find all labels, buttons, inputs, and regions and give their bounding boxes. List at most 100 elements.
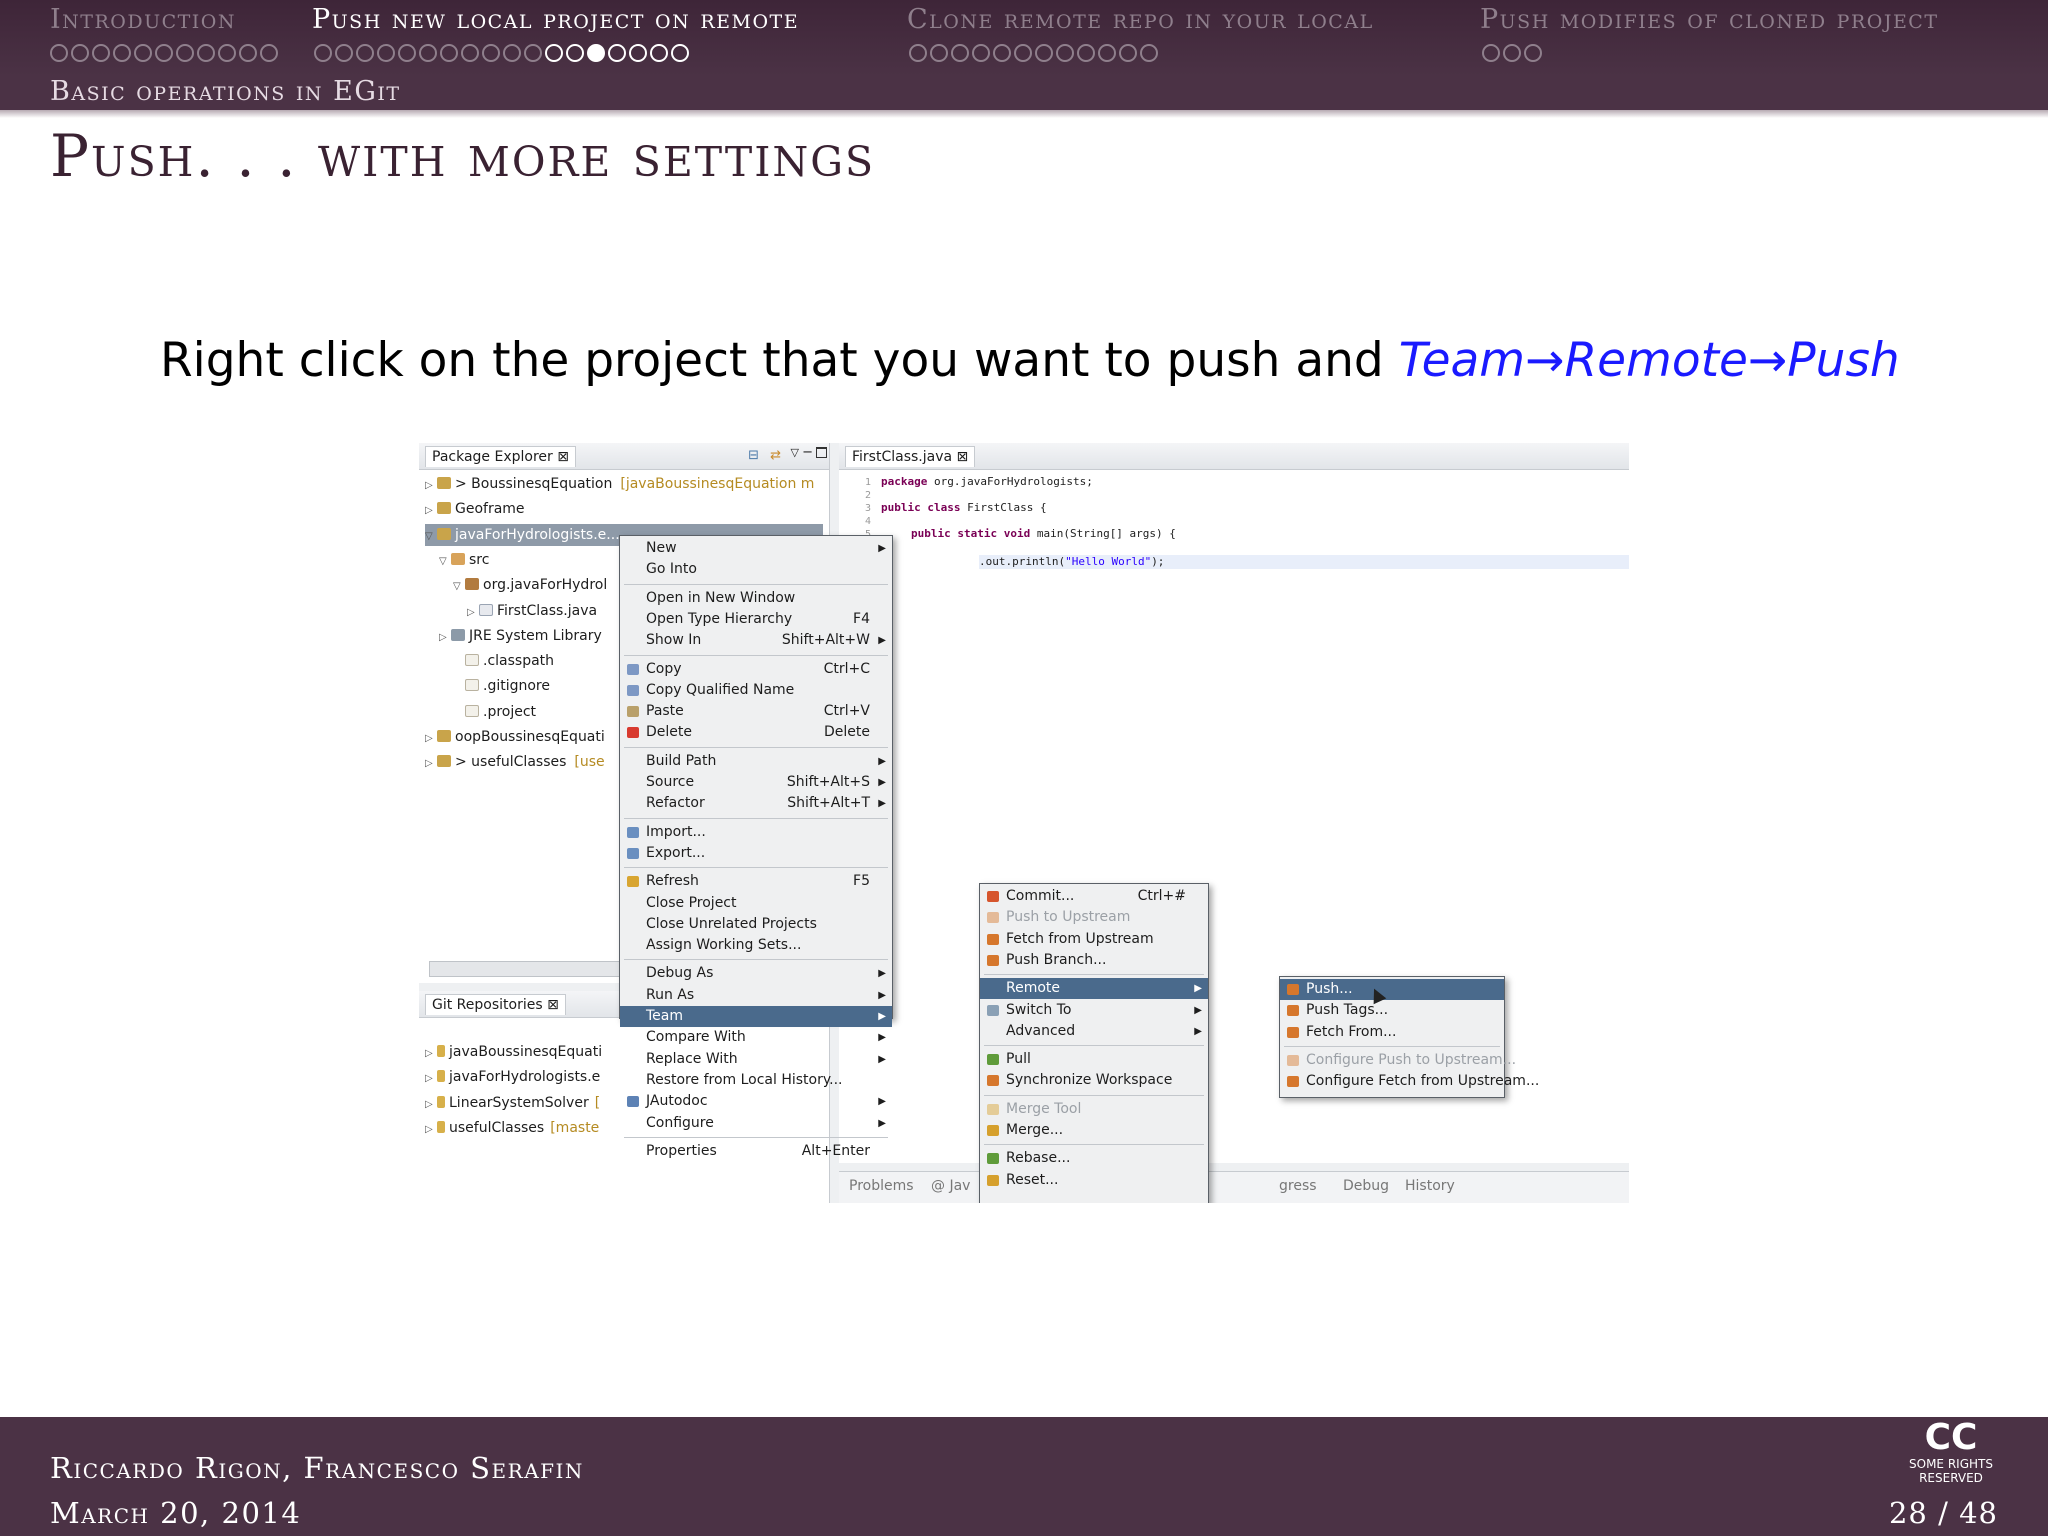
nav-dot[interactable]	[239, 44, 257, 62]
nav-dot[interactable]	[377, 44, 395, 62]
nav-dot[interactable]	[134, 44, 152, 62]
menu-item-open-in-new-window[interactable]: Open in New Window	[620, 588, 892, 609]
menu-item-delete[interactable]: Delete Delete	[620, 722, 892, 743]
nav-dot[interactable]	[440, 44, 458, 62]
nav-dot[interactable]	[314, 44, 332, 62]
nav-dot[interactable]	[524, 44, 542, 62]
expand-arrow-icon[interactable]: ▷	[425, 1094, 437, 1116]
tree-item-jre-system-library[interactable]: ▷ JRE System Library	[439, 625, 602, 647]
nav-dot[interactable]	[972, 44, 990, 62]
nav-section-clone-remote[interactable]: Clone remote repo in your local	[907, 4, 1374, 35]
tree-item-org-javaforhydrol[interactable]: ▽ org.javaForHydrol	[453, 574, 607, 596]
editor-tab-firstclass[interactable]: FirstClass.java ⊠	[845, 446, 976, 467]
expand-arrow-icon[interactable]: ▷	[425, 500, 437, 522]
menu-item-replace-with[interactable]: Replace With ▶	[620, 1049, 892, 1070]
menu-item-pull[interactable]: Pull	[980, 1049, 1208, 1070]
bottom-view-tab-jav[interactable]: @ Jav	[931, 1178, 970, 1194]
nav-dot[interactable]	[545, 44, 563, 62]
nav-dot[interactable]	[1503, 44, 1521, 62]
expand-arrow-icon[interactable]: ▷	[467, 602, 479, 624]
collapse-all-icon[interactable]: ⊟	[748, 448, 759, 463]
nav-dot[interactable]	[92, 44, 110, 62]
menu-item-fetch-from[interactable]: Fetch From...	[1280, 1022, 1504, 1043]
menu-item-push-branch[interactable]: Push Branch...	[980, 950, 1208, 971]
menu-item-open-type-hierarchy[interactable]: Open Type Hierarchy F4	[620, 609, 892, 630]
expand-arrow-icon[interactable]: ▷	[425, 728, 437, 750]
expand-arrow-icon[interactable]: ▷	[425, 1119, 437, 1141]
expand-arrow-icon[interactable]: ▽	[439, 551, 451, 573]
git-repo-item-javaforhydrologists-e[interactable]: ▷ javaForHydrologists.e	[425, 1066, 600, 1088]
tree-item-usefulclasses[interactable]: ▷ > usefulClasses [use	[425, 751, 605, 773]
menu-item-refactor[interactable]: Refactor Shift+Alt+T ▶	[620, 793, 892, 814]
nav-dot[interactable]	[566, 44, 584, 62]
nav-dot[interactable]	[1482, 44, 1500, 62]
nav-dot[interactable]	[1119, 44, 1137, 62]
menu-item-copy-qualified-name[interactable]: Copy Qualified Name	[620, 680, 892, 701]
nav-dot[interactable]	[608, 44, 626, 62]
menu-item-push[interactable]: Push...	[1280, 979, 1504, 1000]
expand-arrow-icon[interactable]: ▽	[453, 576, 465, 598]
menu-item-switch-to[interactable]: Switch To ▶	[980, 1000, 1208, 1021]
menu-item-source[interactable]: Source Shift+Alt+S ▶	[620, 772, 892, 793]
tree-item-src[interactable]: ▽ src	[439, 549, 489, 571]
menu-item-new[interactable]: New ▶	[620, 538, 892, 559]
nav-section-introduction[interactable]: Introduction	[50, 4, 236, 35]
menu-item-show-in[interactable]: Show In Shift+Alt+W ▶	[620, 630, 892, 651]
menu-item-merge[interactable]: Merge...	[980, 1120, 1208, 1141]
nav-dot[interactable]	[218, 44, 236, 62]
nav-section-push-modifies[interactable]: Push modifies of cloned project	[1480, 4, 1939, 35]
nav-dot[interactable]	[155, 44, 173, 62]
maximize-icon[interactable]	[816, 447, 827, 458]
nav-dot[interactable]	[398, 44, 416, 62]
bottom-view-tab-history[interactable]: History	[1405, 1178, 1455, 1194]
nav-dot[interactable]	[356, 44, 374, 62]
nav-dot[interactable]	[50, 44, 68, 62]
menu-item-team[interactable]: Team ▶	[620, 1006, 892, 1027]
nav-dot[interactable]	[1035, 44, 1053, 62]
tree-item-gitignore[interactable]: .gitignore	[453, 675, 550, 697]
menu-item-copy[interactable]: Copy Ctrl+C	[620, 659, 892, 680]
bottom-view-tab-gress[interactable]: gress	[1279, 1178, 1317, 1194]
nav-dot[interactable]	[1077, 44, 1095, 62]
menu-item-merge-tool[interactable]: Merge Tool	[980, 1099, 1208, 1120]
git-repo-item-javaboussinesqequati[interactable]: ▷ javaBoussinesqEquati	[425, 1041, 602, 1063]
nav-dot[interactable]	[461, 44, 479, 62]
menu-item-push-tags[interactable]: Push Tags...	[1280, 1000, 1504, 1021]
nav-dot[interactable]	[71, 44, 89, 62]
tree-item-project[interactable]: .project	[453, 701, 536, 723]
nav-dot[interactable]	[909, 44, 927, 62]
menu-item-compare-with[interactable]: Compare With ▶	[620, 1027, 892, 1048]
nav-dot[interactable]	[113, 44, 131, 62]
git-repositories-tab[interactable]: Git Repositories ⊠	[425, 994, 566, 1015]
nav-dot[interactable]	[650, 44, 668, 62]
expand-arrow-icon[interactable]: ▷	[425, 753, 437, 775]
nav-dot[interactable]	[629, 44, 647, 62]
menu-item-fetch-from-upstream[interactable]: Fetch from Upstream	[980, 929, 1208, 950]
nav-dot[interactable]	[176, 44, 194, 62]
menu-item-properties[interactable]: Properties Alt+Enter	[620, 1141, 892, 1162]
nav-dot[interactable]	[1524, 44, 1542, 62]
menu-item-configure-push-to-upstream[interactable]: Configure Push to Upstream...	[1280, 1050, 1516, 1071]
menu-item-commit[interactable]: Commit... Ctrl+#	[980, 886, 1208, 907]
menu-item-push-to-upstream[interactable]: Push to Upstream	[980, 907, 1208, 928]
menu-item-debug-as[interactable]: Debug As ▶	[620, 963, 892, 984]
menu-item-close-project[interactable]: Close Project	[620, 893, 892, 914]
menu-item-import[interactable]: Import...	[620, 822, 892, 843]
tree-item-firstclass-java[interactable]: ▷ FirstClass.java	[467, 600, 597, 622]
nav-dot[interactable]	[335, 44, 353, 62]
nav-section-push-new-local[interactable]: Push new local project on remote	[312, 4, 799, 35]
nav-dots-push-modifies[interactable]	[1482, 44, 1542, 62]
nav-dot[interactable]	[1140, 44, 1158, 62]
view-menu-icon[interactable]: ▽	[791, 446, 799, 459]
nav-dot[interactable]	[930, 44, 948, 62]
menu-item-advanced[interactable]: Advanced ▶	[980, 1021, 1208, 1042]
nav-dot[interactable]	[1056, 44, 1074, 62]
package-explorer-tab[interactable]: Package Explorer ⊠	[425, 446, 576, 467]
menu-item-refresh[interactable]: Refresh F5	[620, 871, 892, 892]
nav-dot[interactable]	[260, 44, 278, 62]
nav-dot[interactable]	[197, 44, 215, 62]
bottom-view-tab-problems[interactable]: Problems	[849, 1178, 914, 1194]
nav-dot[interactable]	[671, 44, 689, 62]
nav-dot[interactable]	[993, 44, 1011, 62]
nav-dots-push-new-local[interactable]	[314, 44, 689, 62]
